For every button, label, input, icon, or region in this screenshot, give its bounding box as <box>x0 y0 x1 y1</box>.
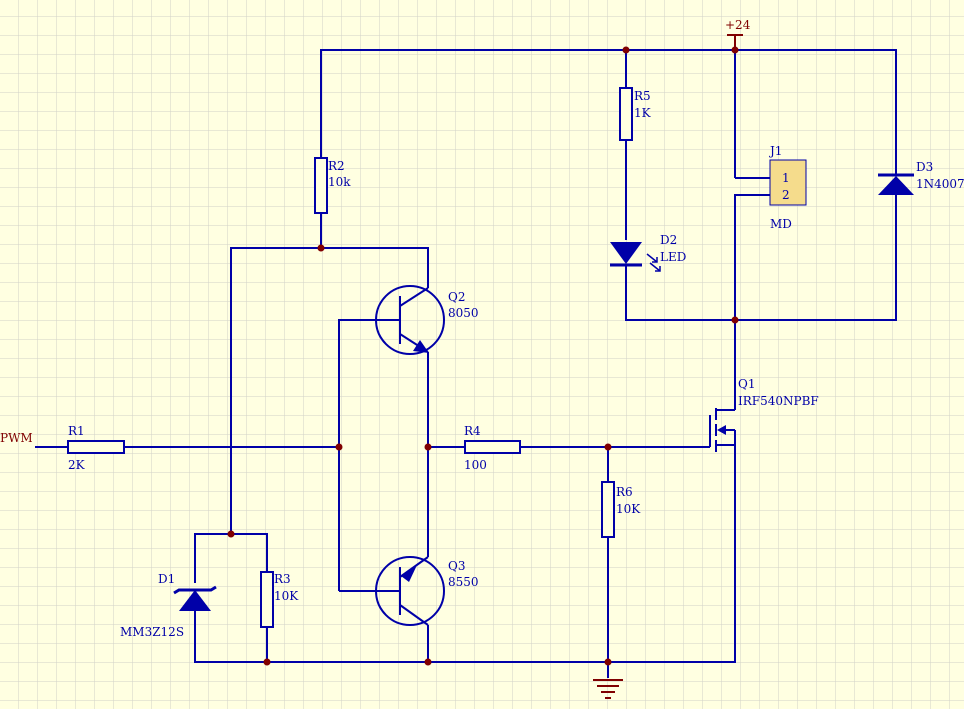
resistor-r4[interactable] <box>464 440 521 454</box>
junction <box>604 443 612 451</box>
r5-value: 1K <box>634 106 652 120</box>
resistor-r6[interactable] <box>601 481 615 538</box>
schematic-sheet: 1 2 PWM +24 R1 2K R2 10k R3 10K R4 100 R… <box>0 0 964 709</box>
junction <box>622 46 630 54</box>
r2-ref: R2 <box>328 159 345 173</box>
grid <box>0 0 964 709</box>
junction <box>604 658 612 666</box>
d2-ref: D2 <box>660 233 677 247</box>
q3-ref: Q3 <box>448 559 465 573</box>
q1-value: IRF540NPBF <box>738 394 819 408</box>
d3-ref: D3 <box>916 160 933 174</box>
r4-value: 100 <box>464 458 487 472</box>
resistor-r1[interactable] <box>67 440 125 454</box>
junction <box>227 530 235 538</box>
junction <box>263 658 271 666</box>
connector-j1[interactable]: 1 2 <box>769 159 807 206</box>
resistor-r3[interactable] <box>260 571 274 628</box>
junction <box>731 316 739 324</box>
r3-value: 10K <box>274 589 299 603</box>
r5-ref: R5 <box>634 89 651 103</box>
d1-value: MM3Z12S <box>120 625 184 639</box>
vcc-port-label: +24 <box>725 18 751 32</box>
junction <box>424 658 432 666</box>
junction <box>731 46 739 54</box>
j1-ref: J1 <box>768 144 782 158</box>
j1-pin-1-label: 1 <box>782 171 790 185</box>
junction <box>335 443 343 451</box>
q1-ref: Q1 <box>738 377 755 391</box>
r1-ref: R1 <box>68 424 85 438</box>
r6-value: 10K <box>616 502 641 516</box>
q2-ref: Q2 <box>448 290 465 304</box>
resistor-r5[interactable] <box>619 87 633 141</box>
j1-value: MD <box>770 217 792 231</box>
j1-pin-2-label: 2 <box>782 188 790 202</box>
r1-value: 2K <box>68 458 86 472</box>
resistor-r2[interactable] <box>314 157 328 214</box>
pwm-port-label: PWM <box>0 431 33 445</box>
junction <box>424 443 432 451</box>
r6-ref: R6 <box>616 485 633 499</box>
schematic-canvas: 1 2 PWM +24 R1 2K R2 10k R3 10K R4 100 R… <box>0 0 964 709</box>
r2-value: 10k <box>328 175 351 189</box>
r4-ref: R4 <box>464 424 481 438</box>
q2-value: 8050 <box>448 306 479 320</box>
d2-value: LED <box>660 250 686 264</box>
d3-value: 1N4007 <box>916 177 964 191</box>
junction <box>317 244 325 252</box>
d1-ref: D1 <box>158 572 175 586</box>
r3-ref: R3 <box>274 572 291 586</box>
q3-value: 8550 <box>448 575 479 589</box>
